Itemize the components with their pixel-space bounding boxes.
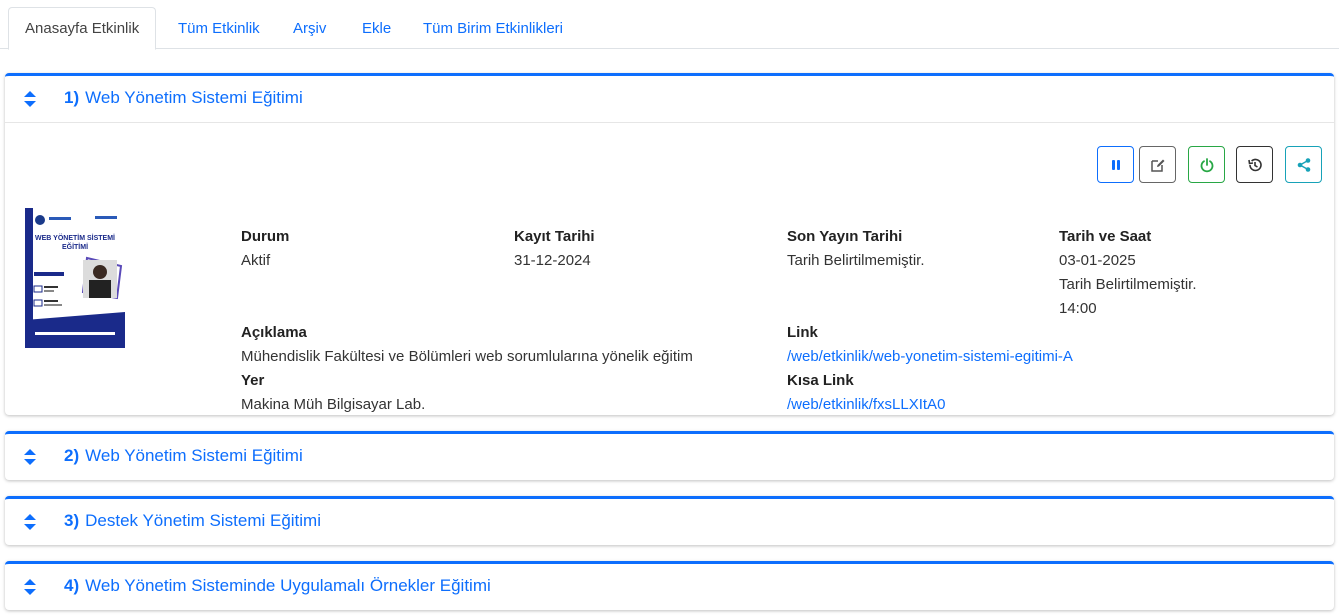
pause-button[interactable] [1097, 146, 1134, 183]
event-title: 3) Destek Yönetim Sistemi Eğitimi [64, 511, 321, 530]
kisa-link-label: Kısa Link [787, 372, 854, 389]
tarih-saat-label: Tarih ve Saat [1059, 228, 1152, 245]
aciklama-label: Açıklama [241, 324, 307, 341]
sort-toggle-icon [24, 91, 36, 107]
event-card-4: 4) Web Yönetim Sisteminde Uygulamalı Örne… [5, 561, 1334, 610]
kayit-tarihi-value: 31-12-2024 [514, 252, 591, 269]
pause-icon [1111, 159, 1120, 170]
divider [5, 122, 1334, 123]
aciklama-value: Mühendislik Fakültesi ve Bölümleri web s… [241, 348, 693, 365]
kayit-tarihi-label: Kayıt Tarihi [514, 228, 595, 245]
event-card-header[interactable]: 2) Web Yönetim Sistemi Eğitimi [5, 434, 1334, 480]
tab-anasayfa-etkinlik[interactable]: Anasayfa Etkinlik [8, 7, 157, 50]
share-button[interactable] [1285, 146, 1322, 183]
tarih-value: 03-01-2025 [1059, 252, 1136, 269]
history-icon [1247, 158, 1262, 171]
tab-ekle[interactable]: Ekle [362, 8, 391, 49]
edit-icon [1150, 159, 1164, 172]
tab-tum-birim-etkinlikleri[interactable]: Tüm Birim Etkinlikleri [423, 8, 563, 49]
sort-toggle-icon [24, 579, 36, 595]
event-link[interactable]: /web/etkinlik/web-yonetim-sistemi-egitim… [787, 348, 1073, 365]
event-poster-image: WEB YÖNETİM SİSTEMİ EĞİTİMİ [25, 208, 125, 348]
power-button[interactable] [1188, 146, 1225, 183]
event-card-1: 1) Web Yönetim Sistemi Eğitimi WEB YÖNET… [5, 73, 1334, 415]
son-yayin-tarihi-value: Tarih Belirtilmemiştir. [787, 252, 925, 269]
yer-value: Makina Müh Bilgisayar Lab. [241, 396, 426, 413]
yer-label: Yer [241, 372, 265, 389]
event-card-header[interactable]: 3) Destek Yönetim Sistemi Eğitimi [5, 499, 1334, 545]
svg-text:EĞİTİMİ: EĞİTİMİ [62, 242, 88, 251]
saat-value: 14:00 [1059, 300, 1097, 317]
event-title: 1) Web Yönetim Sistemi Eğitimi [64, 88, 303, 107]
tab-tum-etkinlik[interactable]: Tüm Etkinlik [178, 8, 260, 49]
event-title: 4) Web Yönetim Sisteminde Uygulamalı Örne… [64, 576, 491, 595]
svg-text:WEB YÖNETİM SİSTEMİ: WEB YÖNETİM SİSTEMİ [35, 233, 115, 242]
tab-arsiv[interactable]: Arşiv [293, 8, 326, 49]
edit-button[interactable] [1139, 146, 1176, 183]
event-short-link[interactable]: /web/etkinlik/fxsLLXItA0 [787, 396, 945, 413]
tab-bar: Anasayfa Etkinlik Tüm Etkinlik Arşiv Ekl… [0, 0, 1339, 50]
son-yayin-tarihi-label: Son Yayın Tarihi [787, 228, 903, 245]
link-label: Link [787, 324, 818, 341]
durum-label: Durum [241, 228, 290, 245]
event-card-3: 3) Destek Yönetim Sistemi Eğitimi [5, 496, 1334, 545]
share-icon [1297, 157, 1310, 172]
event-card-header[interactable]: 4) Web Yönetim Sisteminde Uygulamalı Örne… [5, 564, 1334, 610]
event-card-2: 2) Web Yönetim Sistemi Eğitimi [5, 431, 1334, 480]
durum-value: Aktif [241, 252, 271, 269]
event-card-header[interactable]: 1) Web Yönetim Sistemi Eğitimi [5, 76, 1334, 122]
history-button[interactable] [1236, 146, 1273, 183]
event-title: 2) Web Yönetim Sistemi Eğitimi [64, 446, 303, 465]
sort-toggle-icon [24, 449, 36, 465]
tarih-note: Tarih Belirtilmemiştir. [1059, 276, 1197, 293]
sort-toggle-icon [24, 514, 36, 530]
power-icon [1200, 157, 1213, 172]
